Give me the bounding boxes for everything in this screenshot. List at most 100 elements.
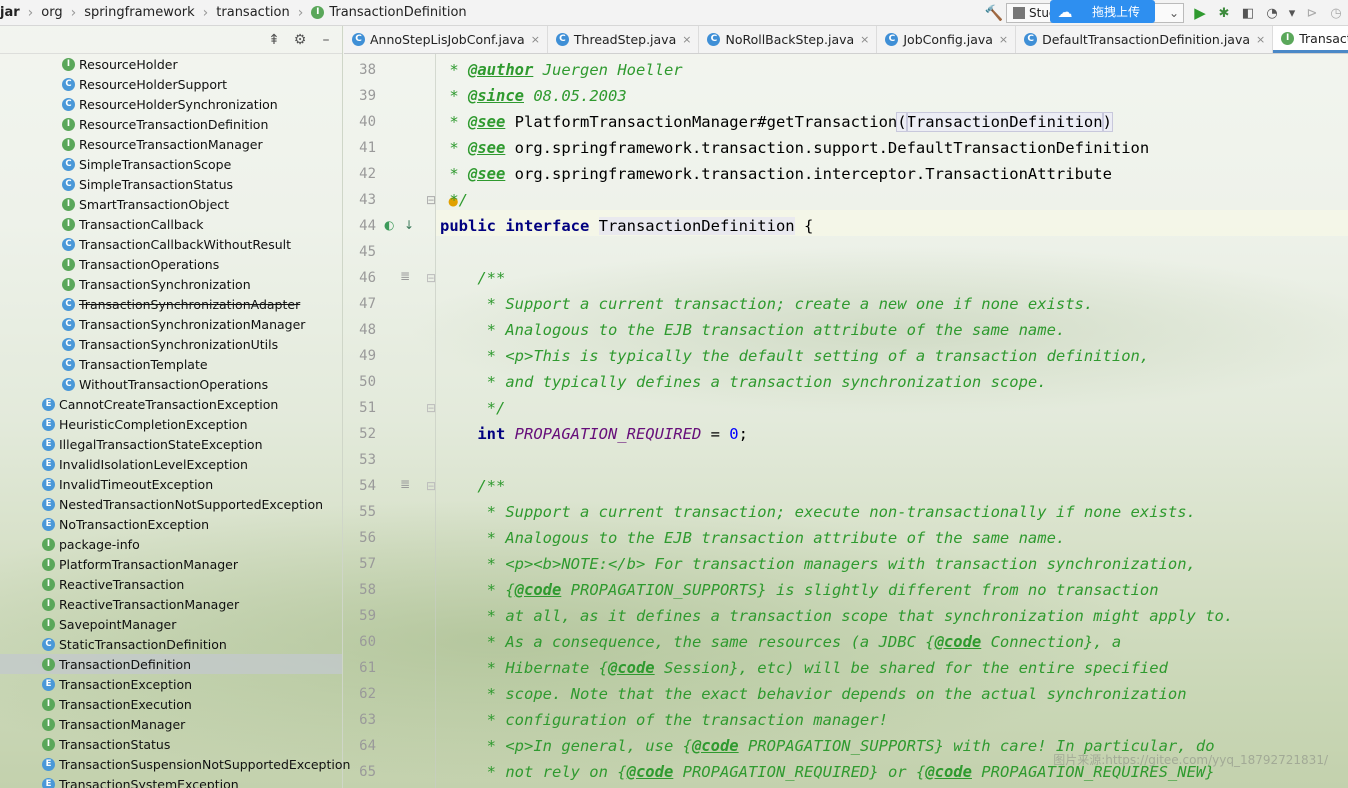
- breadcrumb-springframework[interactable]: springframework: [84, 5, 194, 20]
- tree-item[interactable]: I ResourceHolder: [0, 54, 342, 74]
- tree-item[interactable]: C TransactionCallbackWithoutResult: [0, 234, 342, 254]
- close-tab-icon[interactable]: ×: [999, 33, 1008, 46]
- subclass-arrow-icon[interactable]: ↓: [404, 218, 414, 232]
- project-panel-header: ⇞ ⚙ –: [0, 26, 342, 54]
- code-line: * @see PlatformTransactionManager#getTra…: [440, 112, 1113, 132]
- editor-tab[interactable]: C JobConfig.java ×: [877, 26, 1017, 53]
- code-line: * and typically defines a transaction sy…: [440, 373, 1047, 391]
- gear-icon[interactable]: ⚙: [290, 30, 310, 50]
- tree-item[interactable]: I PlatformTransactionManager: [0, 554, 342, 574]
- code-editor[interactable]: 38 39 40 41 42 43 44 45 46 47 48 49 50 51 52 53 54 55 56 57…: [344, 54, 1348, 788]
- breadcrumb-jar[interactable]: jar: [0, 5, 20, 20]
- interface-icon: I: [42, 597, 55, 611]
- tree-item[interactable]: C ResourceHolderSynchronization: [0, 94, 342, 114]
- tree-item[interactable]: I TransactionDefinition: [0, 654, 342, 674]
- update-icon[interactable]: ◷: [1325, 2, 1347, 24]
- interface-icon: I: [311, 6, 325, 19]
- hide-icon[interactable]: –: [316, 30, 336, 50]
- tree-item[interactable]: C TransactionSynchronizationAdapter: [0, 294, 342, 314]
- interface-icon: I: [62, 197, 75, 211]
- close-tab-icon[interactable]: ×: [682, 33, 691, 46]
- tree-item-label: ReactiveTransactionManager: [59, 596, 240, 612]
- editor-tab[interactable]: C ThreadStep.java ×: [548, 26, 700, 53]
- tree-item[interactable]: I TransactionSynchronization: [0, 274, 342, 294]
- debug-icon[interactable]: ✱: [1213, 2, 1235, 24]
- tree-item[interactable]: I SmartTransactionObject: [0, 194, 342, 214]
- breadcrumb-org[interactable]: org: [41, 5, 62, 20]
- tree-item[interactable]: I TransactionOperations: [0, 254, 342, 274]
- tree-item[interactable]: E InvalidIsolationLevelException: [0, 454, 342, 474]
- tree-item[interactable]: C ResourceHolderSupport: [0, 74, 342, 94]
- tree-item[interactable]: E TransactionSystemException: [0, 774, 342, 788]
- editor-tab[interactable]: C AnnoStepLisJobConf.java ×: [344, 26, 548, 53]
- code-line: * @see org.springframework.transaction.i…: [440, 165, 1112, 183]
- breadcrumb-transactiondefinition[interactable]: TransactionDefinition: [329, 5, 466, 20]
- tree-item[interactable]: C SimpleTransactionStatus: [0, 174, 342, 194]
- editor-tab[interactable]: C NoRollBackStep.java ×: [699, 26, 878, 53]
- tree-item[interactable]: I ReactiveTransaction: [0, 574, 342, 594]
- line-number: 38: [359, 62, 376, 78]
- fold-marker-icon[interactable]: ⊟: [426, 193, 436, 207]
- close-tab-icon[interactable]: ×: [531, 33, 540, 46]
- editor-tab[interactable]: I TransactionDefiniti: [1273, 26, 1348, 53]
- exception-class-icon: E: [42, 757, 55, 771]
- code-line: * @since 08.05.2003: [440, 87, 627, 105]
- tree-item[interactable]: I TransactionCallback: [0, 214, 342, 234]
- tree-item[interactable]: I ReactiveTransactionManager: [0, 594, 342, 614]
- class-icon: C: [62, 337, 75, 351]
- tree-item[interactable]: C SimpleTransactionScope: [0, 154, 342, 174]
- breadcrumb-transaction[interactable]: transaction: [216, 5, 289, 20]
- tree-item[interactable]: E TransactionSuspensionNotSupportedExcept…: [0, 754, 350, 774]
- code-line: /**: [440, 477, 506, 495]
- tree-item[interactable]: I ResourceTransactionManager: [0, 134, 342, 154]
- tree-item[interactable]: C TransactionTemplate: [0, 354, 342, 374]
- tree-item[interactable]: E NestedTransactionNotSupportedException: [0, 494, 342, 514]
- fold-marker-icon[interactable]: ⊟: [426, 271, 436, 285]
- coverage-icon[interactable]: ◧: [1237, 2, 1259, 24]
- tree-item[interactable]: C TransactionSynchronizationManager: [0, 314, 342, 334]
- collapse-all-icon[interactable]: ⇞: [264, 30, 284, 50]
- tree-item[interactable]: I TransactionStatus: [0, 734, 342, 754]
- tree-item-label: SimpleTransactionScope: [79, 156, 232, 172]
- code-line: * <p><b>NOTE:</b> For transaction manage…: [440, 555, 1196, 573]
- line-number: 45: [359, 244, 376, 260]
- tree-item[interactable]: I TransactionManager: [0, 714, 342, 734]
- fold-marker-icon[interactable]: ⊟: [426, 479, 436, 493]
- close-tab-icon[interactable]: ×: [1256, 33, 1265, 46]
- line-number: 44: [359, 218, 376, 234]
- upload-widget[interactable]: ☁ 拖拽上传: [1050, 0, 1155, 23]
- upload-label: 拖拽上传: [1092, 5, 1141, 19]
- forward-icon[interactable]: ⊳: [1301, 2, 1323, 24]
- tree-item[interactable]: E InvalidTimeoutException: [0, 474, 342, 494]
- class-icon: C: [42, 637, 55, 651]
- exception-class-icon: E: [42, 417, 55, 431]
- tree-item[interactable]: E NoTransactionException: [0, 514, 342, 534]
- tree-item[interactable]: I ResourceTransactionDefinition: [0, 114, 342, 134]
- build-hammer-icon[interactable]: 🔨: [983, 2, 1005, 24]
- interface-icon: I: [42, 557, 55, 571]
- fold-marker-icon[interactable]: ⊟: [426, 401, 436, 415]
- implemented-by-icon[interactable]: ◐: [384, 218, 394, 232]
- run-icon[interactable]: ▶: [1189, 2, 1211, 24]
- tree-item[interactable]: E TransactionException: [0, 674, 342, 694]
- tree-item[interactable]: I SavepointManager: [0, 614, 342, 634]
- tree-item[interactable]: E CannotCreateTransactionException: [0, 394, 342, 414]
- more-run-chevron-icon[interactable]: ▾: [1285, 2, 1299, 24]
- profile-icon[interactable]: ◔: [1261, 2, 1283, 24]
- tree-item[interactable]: Ipackage-info: [0, 534, 342, 554]
- tree-item[interactable]: C StaticTransactionDefinition: [0, 634, 342, 654]
- tree-item[interactable]: C TransactionSynchronizationUtils: [0, 334, 342, 354]
- editor-tabs: C AnnoStepLisJobConf.java × C ThreadStep.jav…: [344, 26, 1348, 54]
- code-line: * Support a current transaction; execute…: [440, 503, 1196, 521]
- close-tab-icon[interactable]: ×: [860, 33, 869, 46]
- doc-render-icon[interactable]: ≣: [400, 269, 410, 283]
- tree-item[interactable]: E HeuristicCompletionException: [0, 414, 342, 434]
- tree-item[interactable]: I TransactionExecution: [0, 694, 342, 714]
- code-line: */: [440, 399, 506, 417]
- doc-render-icon[interactable]: ≣: [400, 477, 410, 491]
- tree-item[interactable]: C WithoutTransactionOperations: [0, 374, 342, 394]
- line-number: 61: [359, 660, 376, 676]
- line-number: 59: [359, 608, 376, 624]
- tree-item[interactable]: E IllegalTransactionStateException: [0, 434, 342, 454]
- editor-tab[interactable]: C DefaultTransactionDefinition.java ×: [1016, 26, 1274, 53]
